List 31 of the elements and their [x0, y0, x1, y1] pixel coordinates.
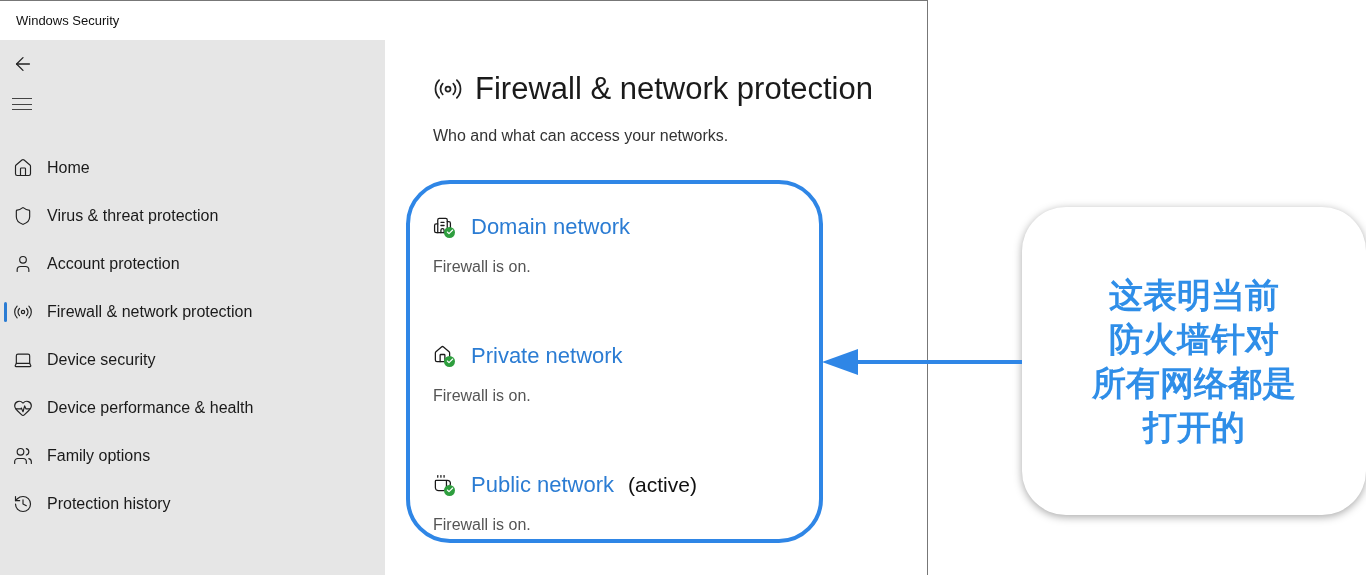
- callout-text: 这表明当前: [1109, 274, 1279, 317]
- shield-icon: [13, 206, 33, 226]
- house-check-icon: [433, 344, 455, 367]
- sidebar-item[interactable]: Family options: [0, 432, 385, 480]
- callout-text: 防火墙针对: [1109, 318, 1279, 361]
- network-status: Firewall is on.: [433, 257, 532, 277]
- network-link[interactable]: Domain network: [471, 210, 630, 243]
- network-status: Firewall is on.: [433, 386, 532, 406]
- history-icon: [13, 494, 33, 514]
- page-title: Firewall & network protection: [475, 70, 873, 108]
- sidebar-item[interactable]: Account protection: [0, 240, 385, 288]
- people-icon: [13, 446, 33, 466]
- sidebar-item[interactable]: Device security: [0, 336, 385, 384]
- callout-text: 所有网络都是: [1092, 362, 1296, 405]
- sidebar-item[interactable]: Firewall & network protection: [0, 288, 385, 336]
- callout-text: 打开的: [1143, 406, 1245, 449]
- sidebar-item[interactable]: Device performance & health: [0, 384, 385, 432]
- sidebar-item[interactable]: Home: [0, 144, 385, 192]
- network-status: Firewall is on.: [433, 515, 532, 535]
- active-label: (active): [628, 471, 697, 498]
- network-link[interactable]: Private network: [471, 339, 623, 372]
- page-subtitle: Who and what can access your networks.: [433, 126, 730, 146]
- cup-check-icon: [433, 473, 455, 496]
- home-icon: [13, 158, 33, 178]
- window-title: Windows Security: [16, 11, 120, 30]
- sidebar-item[interactable]: Protection history: [0, 480, 385, 528]
- heart-pulse-icon: [13, 398, 33, 418]
- network-link[interactable]: Public network: [471, 468, 615, 501]
- building-check-icon: [433, 215, 455, 238]
- menu-icon[interactable]: [12, 98, 32, 110]
- sidebar-item[interactable]: Virus & threat protection: [0, 192, 385, 240]
